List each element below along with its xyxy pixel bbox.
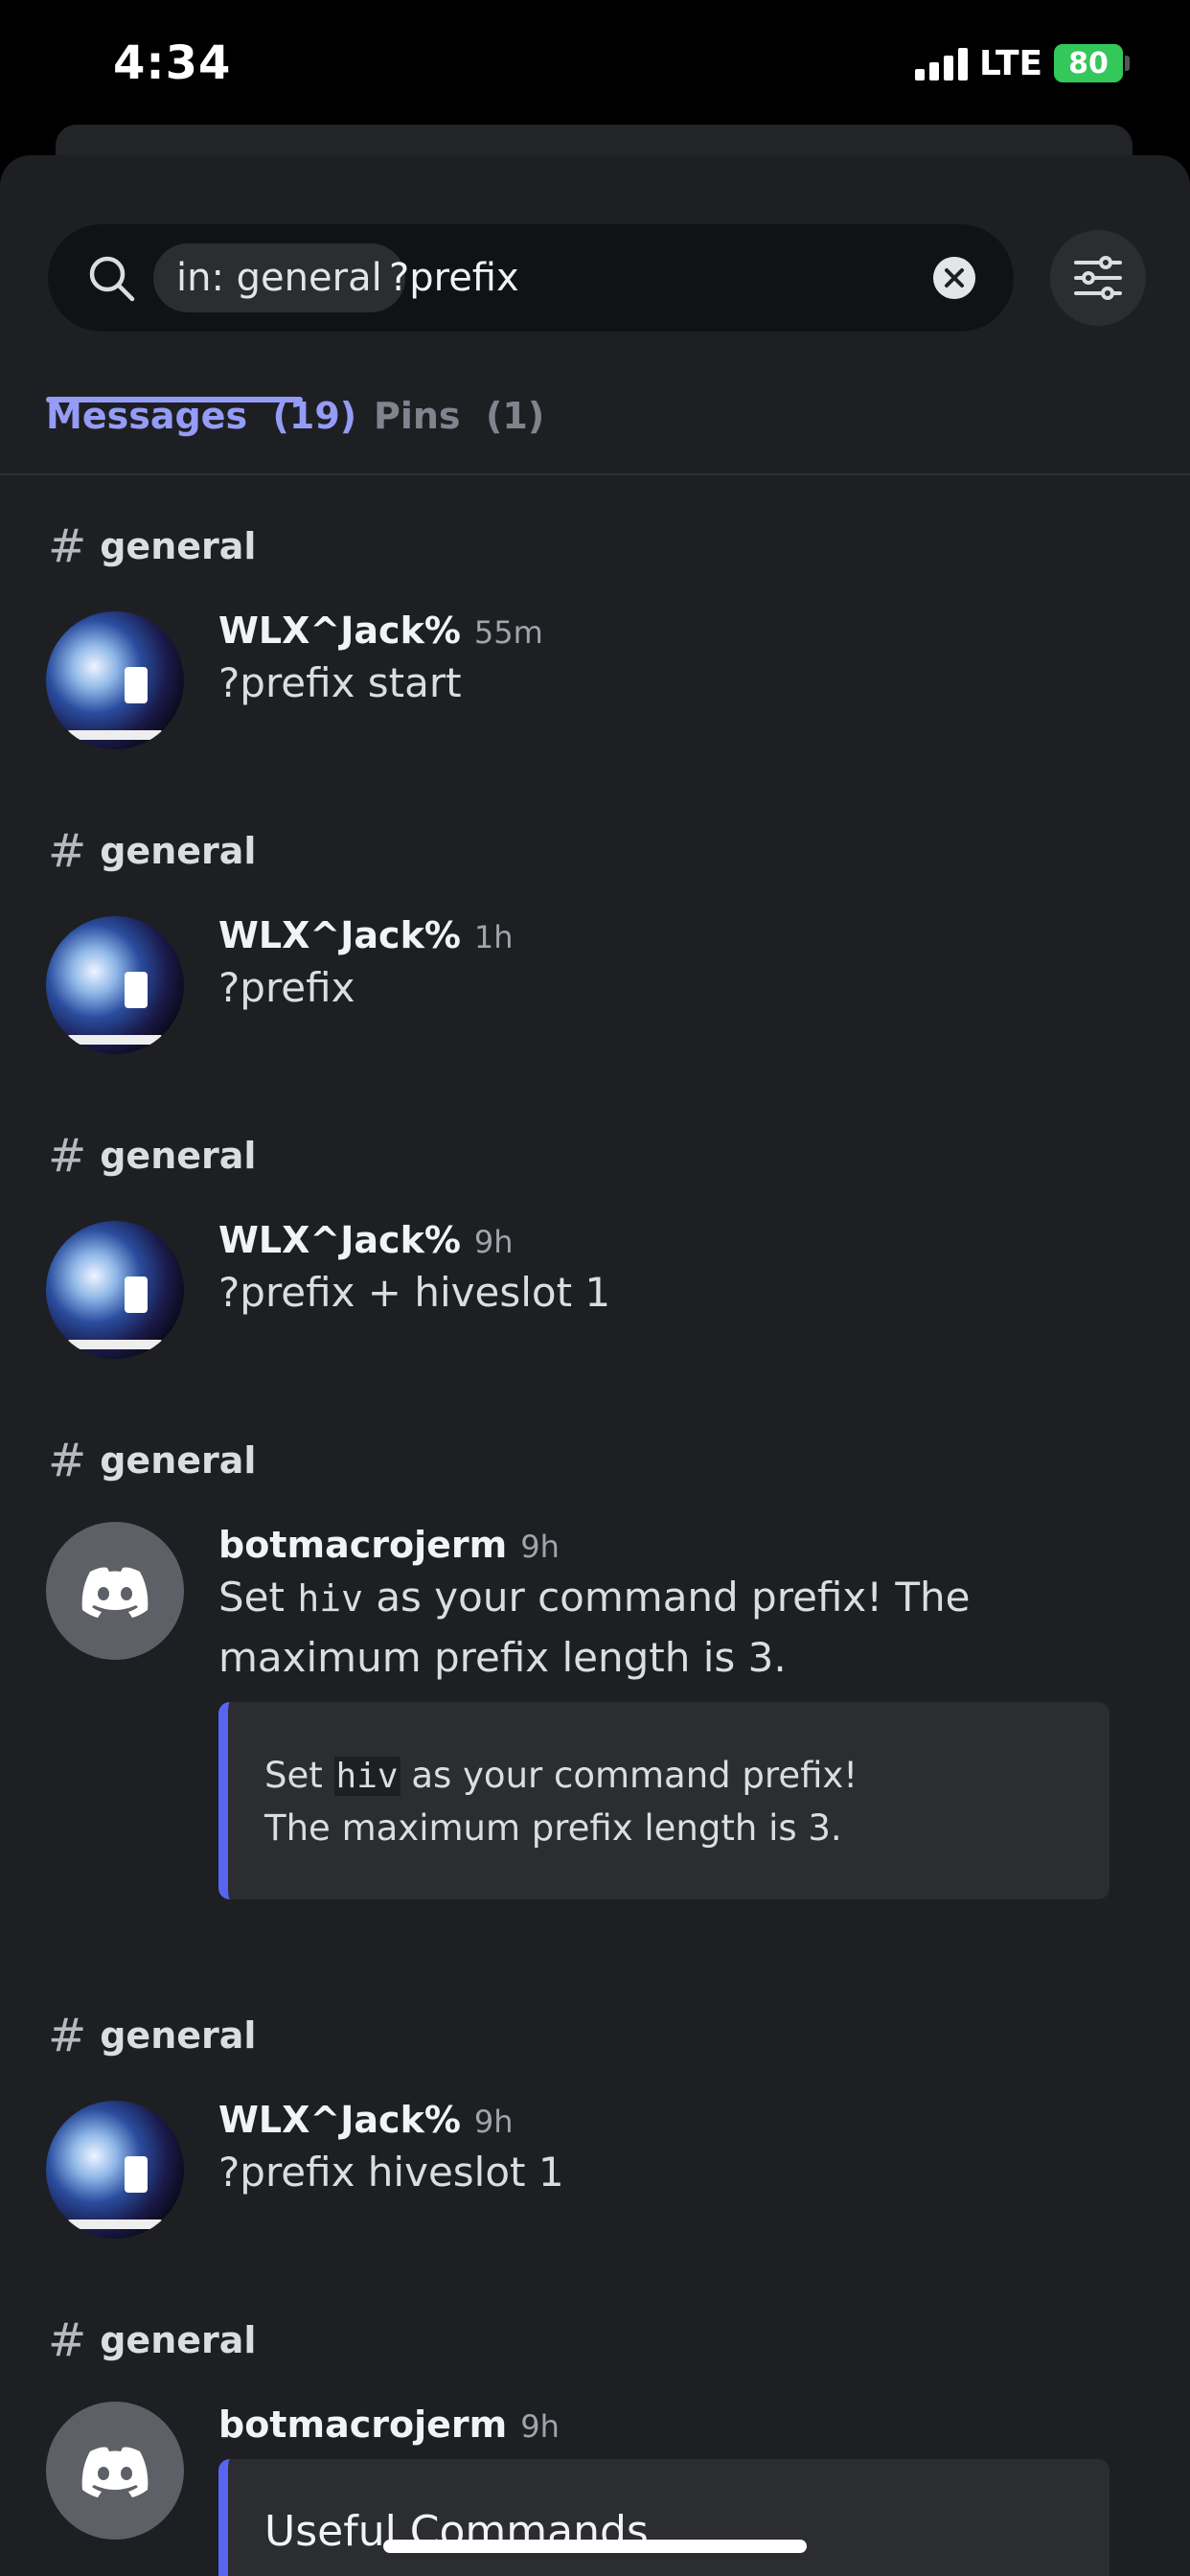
message-author[interactable]: WLX^Jack% 9h	[218, 1219, 514, 1261]
embed-text-part: as your command prefix!	[400, 1755, 858, 1796]
author-name: WLX^Jack%	[218, 2099, 461, 2141]
avatar[interactable]	[46, 1522, 184, 1660]
sliders-icon	[1074, 256, 1122, 300]
home-indicator[interactable]	[383, 2540, 807, 2553]
discord-logo-icon	[81, 1567, 149, 1618]
result-tabs: Messages (19) Pins (1)	[0, 378, 1190, 475]
channel-name: general	[100, 525, 257, 567]
channel-name: general	[100, 830, 257, 872]
filter-button[interactable]	[1050, 230, 1146, 326]
scope-chip[interactable]: in: general	[153, 243, 405, 312]
avatar[interactable]	[46, 1221, 184, 1359]
channel-name: general	[100, 1439, 257, 1482]
channel-label: # general	[48, 519, 256, 573]
tab-pins[interactable]: Pins (1)	[374, 395, 544, 437]
network-label: LTE	[979, 44, 1043, 83]
message-timestamp: 55m	[473, 614, 543, 651]
message-embed[interactable]: Set hiv as your command prefix! The maxi…	[218, 1702, 1110, 1899]
battery-level: 80	[1068, 46, 1109, 80]
message-text[interactable]: ?prefix	[218, 958, 1119, 1018]
message-author[interactable]: botmacrojerm 9h	[218, 2404, 560, 2446]
message-timestamp: 9h	[520, 1529, 560, 1565]
status-time: 4:34	[113, 36, 232, 90]
message-timestamp: 9h	[520, 2408, 560, 2445]
hash-icon: #	[48, 824, 87, 878]
hash-icon: #	[48, 2009, 87, 2062]
message-text[interactable]: Set hiv as your command prefix! The maxi…	[218, 1568, 1119, 1688]
inline-code: hiv	[333, 1757, 400, 1796]
tab-pins-label: Pins	[374, 395, 461, 437]
inline-code: hiv	[297, 1577, 363, 1620]
avatar[interactable]	[46, 2101, 184, 2239]
message-author[interactable]: botmacrojerm 9h	[218, 1524, 560, 1566]
message-text[interactable]: ?prefix start	[218, 654, 1119, 713]
channel-name: general	[100, 1135, 257, 1177]
status-bar: 4:34 LTE 80	[0, 0, 1190, 144]
channel-label: # general	[48, 2009, 256, 2062]
hash-icon: #	[48, 2313, 87, 2367]
author-name: WLX^Jack%	[218, 914, 461, 956]
author-name: WLX^Jack%	[218, 1219, 461, 1261]
search-bar[interactable]: in: general ?prefix	[48, 224, 1014, 332]
channel-name: general	[100, 2319, 257, 2361]
battery-tip	[1125, 56, 1130, 71]
message-author[interactable]: WLX^Jack% 55m	[218, 610, 543, 652]
message-text[interactable]: ?prefix hiveslot 1	[218, 2143, 1119, 2202]
message-author[interactable]: WLX^Jack% 1h	[218, 914, 514, 956]
message-text[interactable]: ?prefix + hiveslot 1	[218, 1263, 1119, 1322]
message-embed[interactable]: Useful Commands	[218, 2459, 1110, 2576]
channel-label: # general	[48, 824, 256, 878]
author-name: WLX^Jack%	[218, 610, 461, 652]
battery-icon: 80	[1054, 44, 1123, 82]
message-text-part: Set	[218, 1574, 298, 1621]
signal-icon	[915, 48, 969, 80]
author-name: botmacrojerm	[218, 1524, 508, 1566]
discord-logo-icon	[81, 2447, 149, 2497]
hash-icon: #	[48, 519, 87, 573]
author-name: botmacrojerm	[218, 2404, 508, 2446]
embed-text-part: The maximum prefix length is 3.	[264, 1807, 842, 1849]
search-icon	[89, 256, 135, 302]
channel-label: # general	[48, 2313, 256, 2367]
clear-search-icon[interactable]	[933, 257, 975, 299]
message-timestamp: 9h	[473, 1224, 514, 1260]
search-sheet: in: general ?prefix Messages (19) Pins (…	[0, 155, 1190, 2576]
message-timestamp: 9h	[473, 2104, 514, 2140]
message-timestamp: 1h	[473, 919, 514, 955]
avatar[interactable]	[46, 916, 184, 1054]
channel-label: # general	[48, 1434, 256, 1487]
embed-description: Set hiv as your command prefix! The maxi…	[228, 1702, 1110, 1854]
channel-label: # general	[48, 1129, 256, 1183]
active-tab-indicator	[46, 397, 303, 402]
channel-name: general	[100, 2014, 257, 2057]
search-input[interactable]: ?prefix	[389, 224, 519, 332]
message-author[interactable]: WLX^Jack% 9h	[218, 2099, 514, 2141]
embed-text-part: Set	[264, 1755, 334, 1796]
avatar[interactable]	[46, 2402, 184, 2540]
hash-icon: #	[48, 1129, 87, 1183]
tab-pins-count: (1)	[486, 395, 545, 437]
hash-icon: #	[48, 1434, 87, 1487]
avatar[interactable]	[46, 611, 184, 749]
